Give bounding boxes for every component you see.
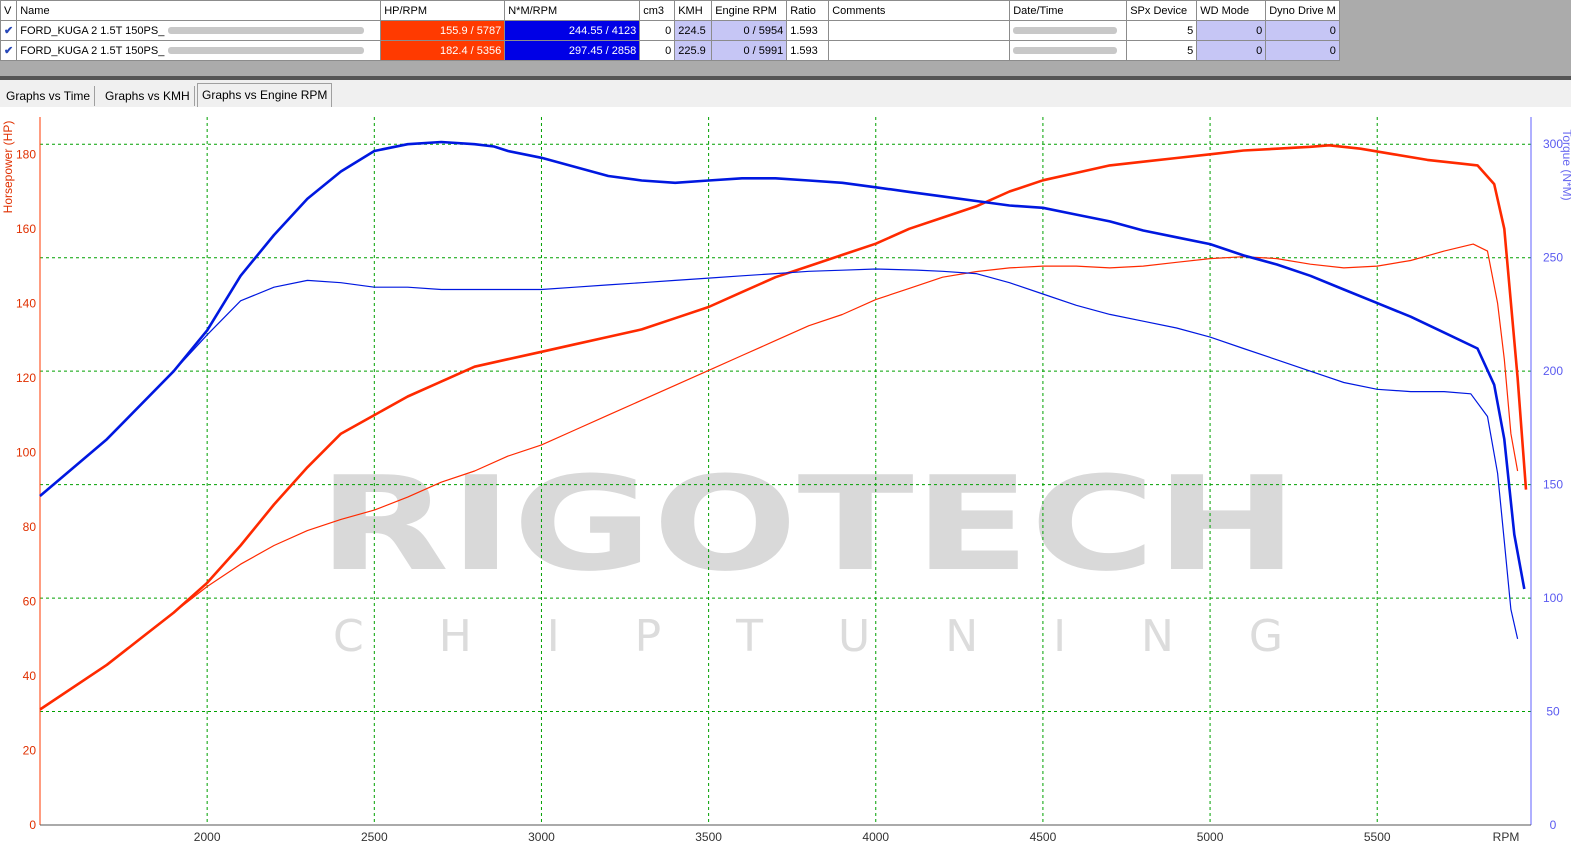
- col-header[interactable]: Ratio: [786, 0, 830, 21]
- x-tick-label: 4000: [862, 830, 889, 844]
- col-header[interactable]: V: [0, 0, 18, 21]
- col-header[interactable]: SPx Device: [1126, 0, 1198, 21]
- kmh-cell: 224.5: [674, 20, 713, 41]
- comments-cell[interactable]: [828, 40, 1011, 61]
- y-left-tick-label: 60: [23, 594, 37, 608]
- ratio-cell: 1.593: [786, 40, 830, 61]
- hp-curve-0: [39, 144, 1528, 711]
- run-name: FORD_KUGA 2 1.5T 150PS_: [16, 20, 382, 41]
- col-header[interactable]: Date/Time: [1009, 0, 1128, 21]
- y-right-tick-label: 50: [1546, 705, 1560, 719]
- col-header[interactable]: cm3: [639, 0, 676, 21]
- nm-rpm-cell: 297.45 / 2858: [504, 40, 641, 61]
- visibility-checkbox[interactable]: ✔: [0, 40, 18, 61]
- x-axis-label: RPM: [1493, 830, 1520, 844]
- y-left-tick-label: 120: [16, 371, 36, 385]
- wd-mode-cell: 0: [1196, 40, 1267, 61]
- dyno-chart: RIGOTECH C H I P T U N I N G 2000 2500 3000 3…: [0, 107, 1571, 849]
- splitter-area: [0, 66, 1571, 76]
- table-header-row: V Name HP/RPM N*M/RPM cm3 KMH Engine RPM…: [0, 0, 1340, 21]
- x-tick-label: 3500: [695, 830, 722, 844]
- engine-rpm-cell: 0 / 5991: [711, 40, 788, 61]
- cm3-cell: 0: [639, 40, 676, 61]
- col-header[interactable]: Dyno Drive M: [1265, 0, 1340, 21]
- y-left-axis-label: Horsepower (HP): [1, 121, 15, 214]
- y-right-axis-label: Torque (N*M): [1560, 129, 1571, 200]
- col-header[interactable]: HP/RPM: [380, 0, 506, 21]
- tab-graphs-vs-engine-rpm[interactable]: Graphs vs Engine RPM: [197, 83, 333, 108]
- cm3-cell: 0: [639, 20, 676, 41]
- col-header[interactable]: Engine RPM: [711, 0, 788, 21]
- blurred-text: [168, 27, 365, 35]
- col-header[interactable]: WD Mode: [1196, 0, 1267, 21]
- y-left-tick-label: 80: [23, 520, 37, 534]
- hp-rpm-cell: 182.4 / 5356: [380, 40, 506, 61]
- col-header[interactable]: Name: [16, 0, 382, 21]
- x-tick-label: 2000: [194, 830, 221, 844]
- y-left-tick-label: 180: [16, 147, 36, 161]
- datetime-cell: [1009, 40, 1128, 61]
- col-header[interactable]: KMH: [674, 0, 713, 21]
- run-table-area: V Name HP/RPM N*M/RPM cm3 KMH Engine RPM…: [0, 0, 1571, 66]
- watermark-subtitle: C H I P T U N I N G: [333, 611, 1283, 662]
- checkmark-icon: ✔: [4, 25, 14, 37]
- dyno-chart-svg: RIGOTECHC H I P T U N I N G2000 2500 3000 3…: [1, 117, 1571, 844]
- table-row[interactable]: ✔ FORD_KUGA 2 1.5T 150PS_ 182.4 / 5356 2…: [0, 40, 1340, 61]
- x-tick-label: 5500: [1364, 830, 1391, 844]
- y-left-tick-label: 100: [16, 445, 36, 459]
- comments-cell[interactable]: [828, 20, 1011, 41]
- dyno-drive-cell: 0: [1265, 20, 1340, 41]
- y-left-tick-label: 0: [29, 818, 36, 832]
- col-header[interactable]: Comments: [828, 0, 1011, 21]
- hp-rpm-cell: 155.9 / 5787: [380, 20, 506, 41]
- dyno-drive-cell: 0: [1265, 40, 1340, 61]
- run-table: V Name HP/RPM N*M/RPM cm3 KMH Engine RPM…: [0, 0, 1340, 61]
- tab-graphs-vs-time[interactable]: Graphs vs Time: [2, 86, 96, 106]
- run-name-text: FORD_KUGA 2 1.5T 150PS_: [20, 24, 165, 37]
- kmh-cell: 225.9: [674, 40, 713, 61]
- visibility-checkbox[interactable]: ✔: [0, 20, 18, 41]
- blurred-text: [1013, 27, 1118, 35]
- datetime-cell: [1009, 20, 1128, 41]
- y-left-tick-label: 40: [23, 669, 37, 683]
- watermark-logo-text: RIGOTECH: [318, 448, 1298, 600]
- y-right-tick-label: 100: [1543, 591, 1563, 605]
- y-left-tick-label: 20: [23, 743, 37, 757]
- graph-tabs: Graphs vs Time Graphs vs KMH Graphs vs E…: [0, 80, 1571, 108]
- y-right-tick-label: 0: [1550, 818, 1557, 832]
- col-header[interactable]: N*M/RPM: [504, 0, 641, 21]
- y-right-tick-label: 150: [1543, 478, 1563, 492]
- run-name: FORD_KUGA 2 1.5T 150PS_: [16, 40, 382, 61]
- x-tick-label: 4500: [1030, 830, 1057, 844]
- x-tick-label: 3000: [528, 830, 555, 844]
- spx-cell: 5: [1126, 20, 1198, 41]
- tab-graphs-vs-kmh[interactable]: Graphs vs KMH: [101, 86, 195, 106]
- spx-cell: 5: [1126, 40, 1198, 61]
- wd-mode-cell: 0: [1196, 20, 1267, 41]
- x-tick-label: 5000: [1197, 830, 1224, 844]
- table-row[interactable]: ✔ FORD_KUGA 2 1.5T 150PS_ 155.9 / 5787 2…: [0, 20, 1340, 41]
- y-left-tick-label: 160: [16, 222, 36, 236]
- run-name-text: FORD_KUGA 2 1.5T 150PS_: [20, 44, 165, 57]
- blurred-text: [1013, 47, 1118, 55]
- nm-rpm-cell: 244.55 / 4123: [504, 20, 641, 41]
- x-tick-label: 2500: [361, 830, 388, 844]
- y-right-tick-label: 200: [1543, 364, 1563, 378]
- ratio-cell: 1.593: [786, 20, 830, 41]
- y-right-tick-label: 250: [1543, 251, 1563, 265]
- y-left-tick-label: 140: [16, 296, 36, 310]
- blurred-text: [168, 47, 365, 55]
- checkmark-icon: ✔: [4, 45, 14, 57]
- engine-rpm-cell: 0 / 5954: [711, 20, 788, 41]
